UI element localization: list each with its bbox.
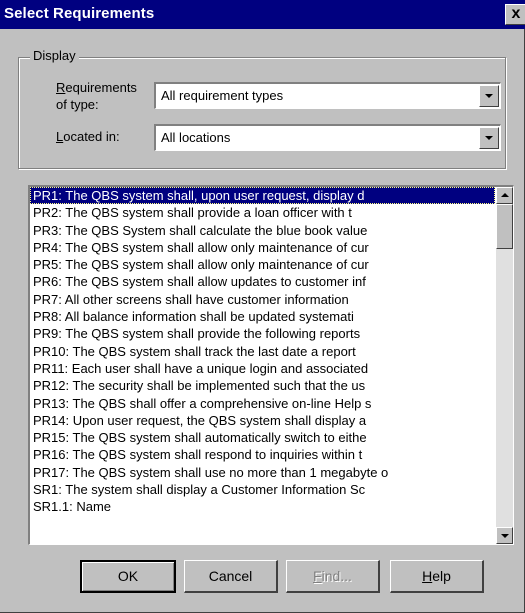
list-item[interactable]: PR10: The QBS system shall track the las…	[30, 343, 495, 360]
help-button[interactable]: Help	[390, 560, 484, 593]
ok-button[interactable]: OK	[80, 560, 176, 593]
requirements-of-type-label: Requirements of type:	[56, 80, 137, 112]
display-group-legend: Display	[30, 48, 79, 63]
located-in-label: Located in:	[56, 129, 120, 144]
list-item[interactable]: PR16: The QBS system shall respond to in…	[30, 446, 495, 463]
list-item[interactable]: PR11: Each user shall have a unique logi…	[30, 360, 495, 377]
list-item[interactable]: PR2: The QBS system shall provide a loan…	[30, 204, 495, 221]
requirements-listbox[interactable]: PR1: The QBS system shall, upon user req…	[28, 185, 514, 545]
list-item[interactable]: PR9: The QBS system shall provide the fo…	[30, 325, 495, 342]
scrollbar-thumb[interactable]	[496, 204, 513, 249]
list-item[interactable]: PR12: The security shall be implemented …	[30, 377, 495, 394]
chevron-down-icon[interactable]	[479, 85, 499, 107]
find-button: Find...	[286, 560, 380, 593]
requirements-list-items: PR1: The QBS system shall, upon user req…	[30, 187, 495, 516]
vertical-scrollbar[interactable]	[496, 187, 513, 544]
list-item[interactable]: PR4: The QBS system shall allow only mai…	[30, 239, 495, 256]
title-bar[interactable]: Select Requirements x	[0, 0, 525, 29]
requirements-type-select[interactable]: All requirement types	[154, 82, 501, 109]
requirements-type-value: All requirement types	[161, 88, 284, 103]
list-item[interactable]: PR13: The QBS shall offer a comprehensiv…	[30, 395, 495, 412]
located-in-value: All locations	[161, 130, 231, 145]
select-requirements-dialog: Select Requirements x Display Requiremen…	[0, 0, 525, 613]
list-item[interactable]: PR7: All other screens shall have custom…	[30, 291, 495, 308]
chevron-down-icon[interactable]	[479, 127, 499, 149]
list-item[interactable]: PR15: The QBS system shall automatically…	[30, 429, 495, 446]
list-item[interactable]: PR17: The QBS system shall use no more t…	[30, 464, 495, 481]
window-title: Select Requirements	[4, 5, 155, 22]
scroll-down-icon[interactable]	[496, 527, 513, 544]
display-groupbox	[18, 57, 506, 169]
list-item[interactable]: PR1: The QBS system shall, upon user req…	[30, 187, 495, 205]
scroll-up-icon[interactable]	[496, 187, 513, 204]
list-item[interactable]: PR5: The QBS system shall allow only mai…	[30, 256, 495, 273]
list-item[interactable]: PR3: The QBS System shall calculate the …	[30, 222, 495, 239]
list-item[interactable]: SR1.1: Name	[30, 498, 495, 515]
close-icon: x	[511, 5, 521, 22]
list-item[interactable]: PR6: The QBS system shall allow updates …	[30, 273, 495, 290]
located-in-select[interactable]: All locations	[154, 124, 501, 151]
cancel-button[interactable]: Cancel	[184, 560, 278, 593]
close-button[interactable]: x	[505, 4, 525, 25]
list-item[interactable]: PR8: All balance information shall be up…	[30, 308, 495, 325]
list-item[interactable]: SR1: The system shall display a Customer…	[30, 481, 495, 498]
list-item[interactable]: PR14: Upon user request, the QBS system …	[30, 412, 495, 429]
